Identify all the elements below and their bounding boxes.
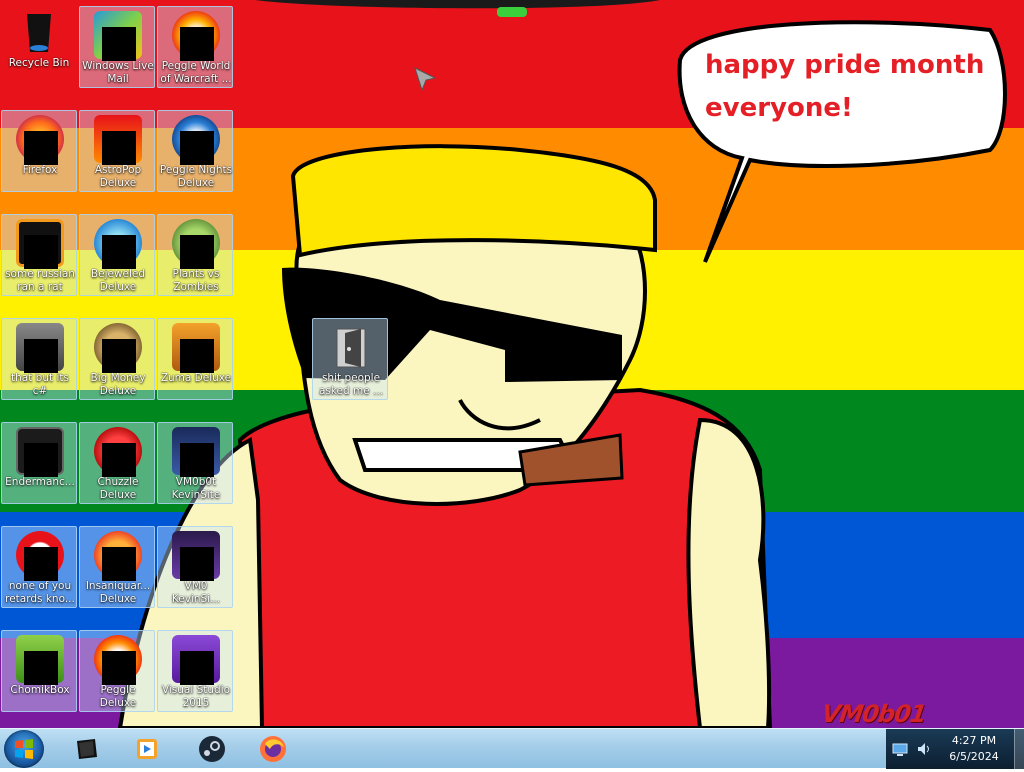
peggle-icon <box>94 635 142 685</box>
astropop-icon <box>94 115 142 165</box>
kevinsite-icon <box>172 531 220 581</box>
desktop-icon-astropop-deluxe[interactable]: AstroPop Deluxe <box>79 110 155 192</box>
desktop-icon-peggle-world-of-warcraft[interactable]: Peggle World of Warcraft ... <box>157 6 233 88</box>
desktop-icon-plants-vs-zombies[interactable]: Plants vs Zombies <box>157 214 233 296</box>
taskbar-firefox-button[interactable] <box>244 731 302 767</box>
desktop-icon-visual-studio-2015[interactable]: Visual Studio 2015 <box>157 630 233 712</box>
program-icon <box>16 323 64 373</box>
console-app-icon <box>16 427 64 477</box>
red-circle-icon <box>16 531 64 581</box>
windows-live-mail-icon <box>94 11 142 61</box>
taskbar-clock[interactable]: 4:27 PM 6/5/2024 <box>939 733 1009 765</box>
visual-studio-icon <box>172 635 220 685</box>
wallpaper-signature: VM0b01 <box>820 700 928 728</box>
desktop-icon-peggle-nights-deluxe[interactable]: Peggle Nights Deluxe <box>157 110 233 192</box>
desktop-icon-zuma-deluxe[interactable]: Zuma Deluxe <box>157 318 233 400</box>
desktop-icon-peggle-deluxe[interactable]: Peggle Deluxe <box>79 630 155 712</box>
firefox-icon <box>260 736 286 762</box>
volume-icon[interactable] <box>916 741 932 757</box>
peggle-wow-icon <box>172 11 220 61</box>
start-button[interactable] <box>4 730 44 768</box>
show-desktop-button[interactable] <box>1014 729 1024 769</box>
computer-icon <box>77 739 97 759</box>
speech-bubble-line-1: happy pride month <box>705 50 985 80</box>
kevinsite-icon <box>172 427 220 477</box>
desktop: happy pride month everyone! VM0b01 Recyc… <box>0 0 1024 728</box>
desktop-icon-endermanc[interactable]: Endermanc... <box>1 422 77 504</box>
desktop-icon-firefox[interactable]: Firefox <box>1 110 77 192</box>
clock-time: 4:27 PM <box>951 734 997 747</box>
taskbar: 4:27 PM 6/5/2024 <box>0 728 1024 769</box>
zuma-icon <box>172 323 220 373</box>
desktop-icon-shit-people-asked-me[interactable]: shit people asked me ... <box>312 318 388 400</box>
speech-bubble-line-2: everyone! <box>705 93 853 123</box>
desktop-icon-vm0-kevinsite[interactable]: VM0 KevinSi... <box>157 526 233 608</box>
mouse-cursor <box>414 67 437 92</box>
desktop-icon-recycle-bin[interactable]: Recycle Bin <box>1 4 77 86</box>
insaniquarium-icon <box>94 531 142 581</box>
bejeweled-icon <box>94 219 142 269</box>
media-player-icon <box>137 739 157 759</box>
big-money-icon <box>94 323 142 373</box>
taskbar-media-player-button[interactable] <box>118 731 176 767</box>
firefox-icon <box>16 115 64 165</box>
windows-start-orb-icon <box>15 739 33 759</box>
desktop-icon-windows-live-mail[interactable]: Windows Live Mail <box>79 6 155 88</box>
desktop-icon-none-of-you[interactable]: none of you retards kno... <box>1 526 77 608</box>
chomikbox-icon <box>16 635 64 685</box>
desktop-icon-chuzzle-deluxe[interactable]: Chuzzle Deluxe <box>79 422 155 504</box>
desktop-icon-insaniquarium-deluxe[interactable]: Insaniquar... Deluxe <box>79 526 155 608</box>
plants-vs-zombies-icon <box>172 219 220 269</box>
desktop-icon-vm0b0t-kevinsite[interactable]: VM0b0t KevinSite <box>157 422 233 504</box>
desktop-icon-big-money-deluxe[interactable]: Big Money Deluxe <box>79 318 155 400</box>
rat-app-icon <box>16 219 64 269</box>
speech-bubble-text: happy pride month everyone! <box>705 44 985 130</box>
desktop-icon-chomikbox[interactable]: ChomikBox <box>1 630 77 712</box>
peggle-nights-icon <box>172 115 220 165</box>
folder-icon <box>327 323 375 371</box>
desktop-icon-some-russian-ran-a-rat[interactable]: some russian ran a rat <box>1 214 77 296</box>
recycle-bin-icon <box>15 8 63 56</box>
clock-date: 6/5/2024 <box>949 750 999 763</box>
taskbar-computer-button[interactable] <box>58 731 116 767</box>
chuzzle-icon <box>94 427 142 477</box>
desktop-icon-that-but-its-csharp[interactable]: that but its c# <box>1 318 77 400</box>
desktop-icon-bejeweled-deluxe[interactable]: Bejeweled Deluxe <box>79 214 155 296</box>
steam-icon <box>199 736 225 762</box>
network-icon[interactable] <box>892 741 908 757</box>
taskbar-steam-button[interactable] <box>183 731 241 767</box>
